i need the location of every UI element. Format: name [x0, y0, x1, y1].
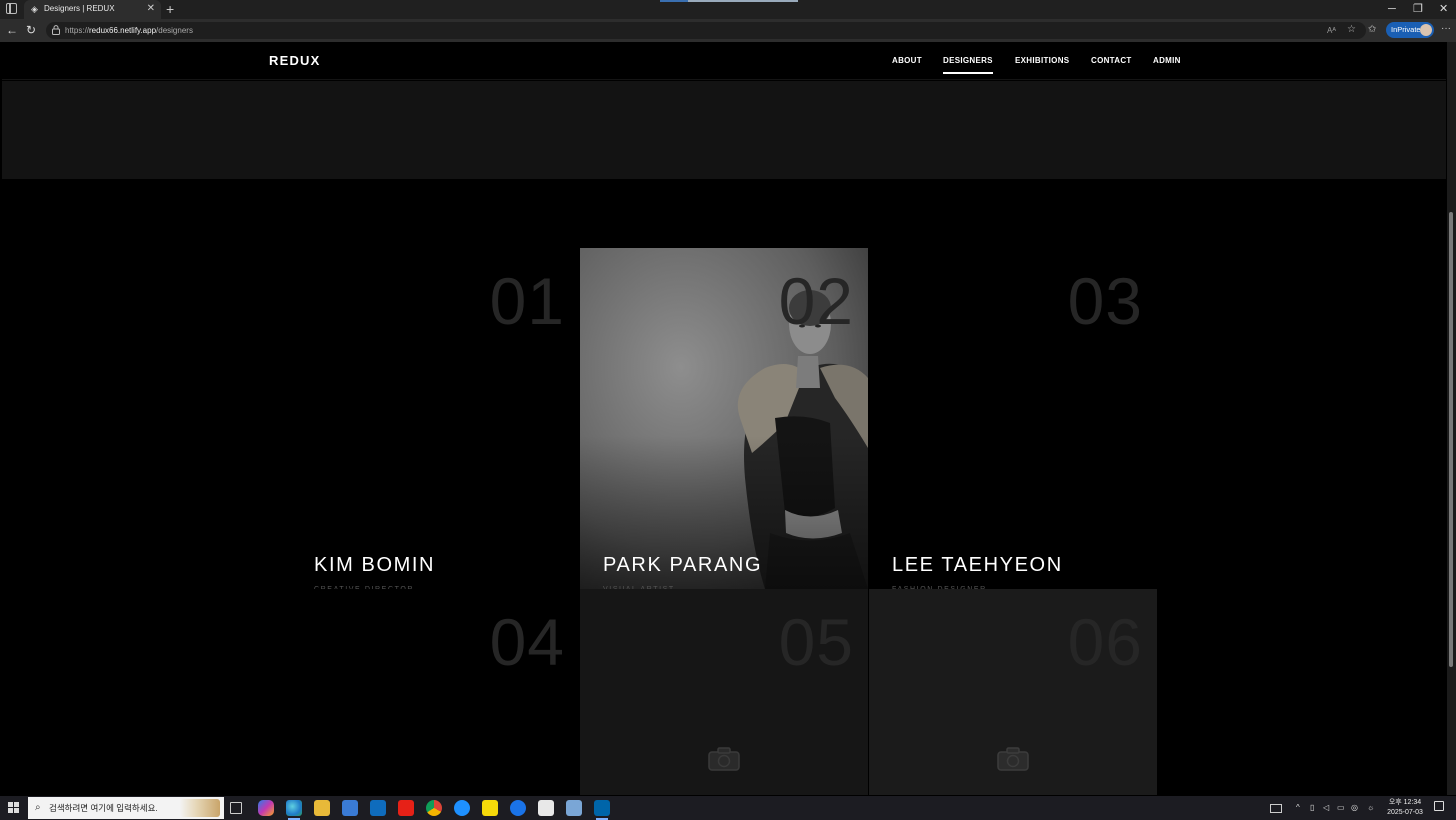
minimize-button[interactable]: ─ — [1388, 2, 1396, 16]
windows-taskbar: ⌕ 검색하려면 여기에 입력하세요. ^ ▯ ◁ ▭ ◎ ☼ 오후 12:34 … — [0, 796, 1456, 820]
start-button[interactable] — [8, 802, 20, 814]
chrome-icon[interactable] — [426, 800, 442, 816]
tab-title: Designers | REDUX — [44, 4, 115, 13]
new-tab-button[interactable]: + — [166, 1, 174, 17]
browser-tab-strip: ◈ Designers | REDUX ✕ + ─ ❐ ✕ — [0, 0, 1456, 19]
designer-card-02[interactable]: 02 PARK PARANG VISUAL ARTIST — [580, 248, 868, 589]
network-icon[interactable]: ▭ — [1337, 801, 1345, 815]
url-host: redux66.netlify.app — [89, 26, 157, 35]
tray-icon[interactable]: ◎ — [1351, 801, 1358, 815]
site-logo[interactable]: REDUX — [269, 53, 321, 68]
designer-number: 05 — [778, 605, 854, 679]
app-icon[interactable] — [566, 800, 582, 816]
page-viewport: REDUX ABOUT DESIGNERS EXHIBITIONS CONTAC… — [2, 42, 1446, 795]
designer-card-06[interactable]: 06 — [869, 589, 1157, 795]
nav-exhibitions[interactable]: EXHIBITIONS — [1015, 56, 1069, 65]
inprivate-label: InPrivate — [1391, 25, 1421, 34]
clock-date: 2025-07-03 — [1387, 809, 1423, 816]
designer-number: 03 — [1067, 264, 1143, 338]
designer-name: PARK PARANG — [603, 554, 763, 576]
profile-avatar — [1420, 24, 1432, 36]
favorites-icon[interactable]: ✩ — [1368, 23, 1376, 37]
camera-icon — [997, 747, 1029, 771]
refresh-button[interactable]: ↻ — [26, 23, 36, 37]
address-bar[interactable]: https://redux66.netlify.app/designers Aᴬ… — [46, 22, 1366, 39]
more-options-icon[interactable]: ··· — [1441, 22, 1451, 36]
inprivate-badge[interactable]: InPrivate — [1386, 22, 1434, 38]
nav-contact[interactable]: CONTACT — [1091, 56, 1132, 65]
designer-card-03[interactable]: 03 LEE TAEHYEON FASHION DESIGNER — [869, 248, 1157, 589]
search-icon: ⌕ — [35, 802, 41, 813]
search-highlight-image — [180, 799, 220, 817]
url-path: /designers — [156, 26, 193, 35]
browser-tab[interactable]: ◈ Designers | REDUX ✕ — [24, 0, 161, 19]
designer-number: 01 — [489, 264, 565, 338]
vscode-icon[interactable] — [594, 800, 610, 820]
internet-explorer-icon[interactable] — [454, 800, 470, 816]
nav-designers[interactable]: DESIGNERS — [943, 56, 993, 74]
read-aloud-icon[interactable]: Aᴬ — [1327, 24, 1336, 37]
outlook-icon[interactable] — [370, 800, 386, 816]
notifications-icon[interactable] — [1434, 801, 1444, 811]
window-drag-indicator — [660, 0, 798, 2]
url-scheme: https:// — [65, 26, 90, 35]
tray-icon[interactable]: ▯ — [1310, 801, 1314, 815]
designer-card-05[interactable]: 05 — [580, 589, 868, 795]
copilot-icon[interactable] — [258, 800, 274, 816]
back-button[interactable]: ← — [6, 23, 18, 37]
hero-band — [2, 81, 1446, 179]
lock-icon[interactable] — [52, 25, 60, 35]
task-view-icon[interactable] — [230, 802, 242, 814]
restore-button[interactable]: ❐ — [1413, 2, 1423, 16]
designer-card-04[interactable]: 04 — [291, 589, 579, 795]
app-icon[interactable] — [510, 800, 526, 816]
edge-icon[interactable] — [286, 800, 302, 820]
designer-number: 04 — [489, 605, 565, 679]
nav-about[interactable]: ABOUT — [892, 56, 922, 65]
scrollbar-thumb[interactable] — [1449, 212, 1453, 667]
site-header: REDUX ABOUT DESIGNERS EXHIBITIONS CONTAC… — [2, 42, 1446, 80]
page-scrollbar[interactable] — [1447, 42, 1456, 795]
app-icon[interactable] — [538, 800, 554, 816]
sticky-notes-icon[interactable] — [482, 800, 498, 816]
add-favorite-icon[interactable]: ☆ — [1347, 23, 1356, 37]
taskbar-search[interactable]: ⌕ 검색하려면 여기에 입력하세요. — [28, 797, 224, 819]
url-text[interactable]: https://redux66.netlify.app/designers — [65, 24, 193, 37]
designer-card-01[interactable]: 01 KIM BOMIN CREATIVE DIRECTOR — [291, 248, 579, 589]
designer-number: 02 — [778, 264, 854, 338]
volume-icon[interactable]: ◁ — [1323, 801, 1329, 815]
search-placeholder: 검색하려면 여기에 입력하세요. — [49, 803, 158, 813]
close-window-button[interactable]: ✕ — [1439, 2, 1448, 16]
brightness-icon[interactable]: ☼ — [1367, 801, 1374, 815]
site-favicon-icon: ◈ — [31, 4, 38, 14]
designer-name: KIM BOMIN — [314, 554, 436, 576]
clock-time: 오후 12:34 — [1388, 799, 1422, 806]
tab-actions-icon[interactable] — [6, 2, 17, 14]
keyboard-icon[interactable] — [1270, 804, 1282, 813]
file-explorer-icon[interactable] — [314, 800, 330, 816]
designer-name: LEE TAEHYEON — [892, 554, 1063, 576]
camera-icon — [708, 747, 740, 771]
browser-toolbar: ← ↻ https://redux66.netlify.app/designer… — [0, 19, 1456, 42]
tab-close-icon[interactable]: ✕ — [147, 3, 155, 15]
show-hidden-icons[interactable]: ^ — [1296, 801, 1300, 815]
store-icon[interactable] — [342, 800, 358, 816]
nav-admin[interactable]: ADMIN — [1153, 56, 1181, 65]
designer-number: 06 — [1067, 605, 1143, 679]
taskbar-clock[interactable]: 오후 12:34 2025-07-03 — [1385, 798, 1425, 818]
youtube-icon[interactable] — [398, 800, 414, 816]
